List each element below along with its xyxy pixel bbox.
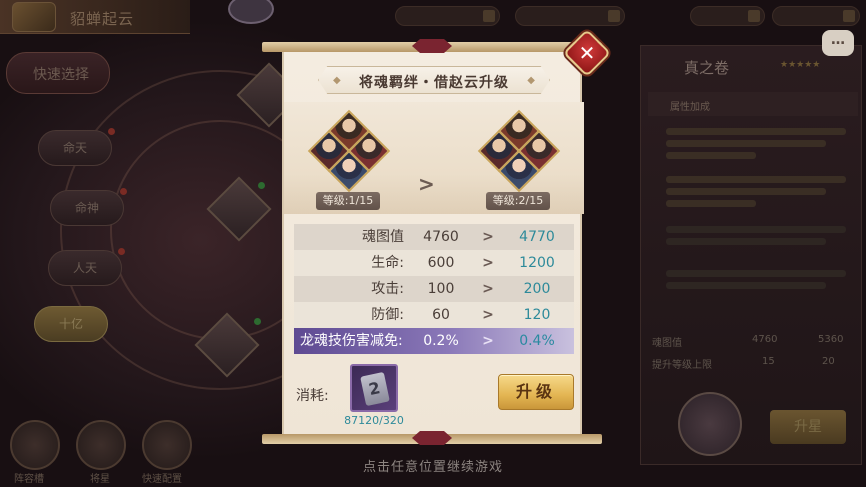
right-text-line xyxy=(666,270,846,277)
banner-emblem-icon xyxy=(12,2,56,32)
star-icon: ★★★★★ xyxy=(780,60,821,70)
right-stat-old: 15 xyxy=(762,356,775,367)
stat-row-defense: 防御: 60 > 120 xyxy=(294,302,574,328)
ready-dot xyxy=(258,182,265,189)
right-stat-label: 提升等级上限 xyxy=(652,360,712,371)
chat-bubble-icon[interactable]: … xyxy=(822,30,854,56)
quick-select-button[interactable]: 快速选择 xyxy=(6,52,110,94)
notification-dot xyxy=(120,188,127,195)
stat-row-dragon-soul-reduction: 龙魂技伤害减免: 0.2% > 0.4% xyxy=(294,328,574,354)
right-header-label: 属性加成 xyxy=(670,102,710,113)
tab-4[interactable]: 十亿 xyxy=(34,306,108,342)
right-stat-old: 4760 xyxy=(752,334,778,345)
resource-bar-1 xyxy=(395,6,500,26)
right-stat-new: 20 xyxy=(822,356,835,367)
stat-arrow-icon: > xyxy=(482,255,494,271)
stat-new-value: 4770 xyxy=(519,229,555,245)
close-icon: ✕ xyxy=(578,41,596,65)
right-text-line xyxy=(666,176,846,183)
stat-old-value: 0.2% xyxy=(423,333,459,349)
stat-arrow-icon: > xyxy=(482,307,494,323)
resource-bar-4 xyxy=(772,6,860,26)
right-text-line xyxy=(666,238,826,245)
notification-dot xyxy=(118,248,125,255)
stat-new-value: 1200 xyxy=(519,255,555,271)
stat-label: 攻击: xyxy=(371,281,404,297)
stat-row-attack: 攻击: 100 > 200 xyxy=(294,276,574,302)
current-level: 等级:1/15 xyxy=(316,192,380,210)
plus-icon[interactable] xyxy=(843,10,855,22)
stat-new-value: 120 xyxy=(523,307,551,323)
title-plate: ◆ 将魂羁绊・借赵云升级 ◆ xyxy=(318,66,550,94)
dialog-title: 将魂羁绊・借赵云升级 xyxy=(359,75,509,91)
background-title: 貂蝉起云 xyxy=(70,10,135,28)
upgrade-button[interactable]: 升级 xyxy=(498,374,574,410)
right-text-line xyxy=(666,128,846,135)
stat-label: 生命: xyxy=(371,255,404,271)
stat-new-value: 0.4% xyxy=(519,333,555,349)
stat-old-value: 100 xyxy=(427,281,455,297)
title-ornament-icon: ◆ xyxy=(527,75,535,86)
next-bond-portraits xyxy=(477,109,561,193)
stat-label: 防御: xyxy=(371,307,404,323)
right-text-line xyxy=(666,140,826,147)
stat-row-hp: 生命: 600 > 1200 xyxy=(294,250,574,276)
tab-3[interactable]: 人天 xyxy=(48,250,122,286)
resource-bar-2 xyxy=(515,6,625,26)
next-level: 等级:2/15 xyxy=(486,192,550,210)
right-text-line xyxy=(666,152,756,159)
right-text-line xyxy=(666,188,826,195)
dialog-body: ◆ 将魂羁绊・借赵云升级 ◆ 等级:1/15 > 等级:2/15 魂图值 476… xyxy=(282,52,584,434)
stat-label: 魂图值 xyxy=(362,229,404,245)
right-text-line xyxy=(666,200,756,207)
upgrade-arrow-icon: > xyxy=(418,172,435,196)
notification-dot xyxy=(108,128,115,135)
ready-dot xyxy=(254,318,261,325)
stat-row-soul-value: 魂图值 4760 > 4770 xyxy=(294,224,574,250)
stat-arrow-icon: > xyxy=(482,333,494,349)
stat-new-value: 200 xyxy=(523,281,551,297)
stat-arrow-icon: > xyxy=(482,229,494,245)
stat-old-value: 60 xyxy=(432,307,450,323)
dialog-frame-bottom xyxy=(262,434,602,444)
right-text-line xyxy=(666,282,826,289)
current-bond-portraits xyxy=(307,109,391,193)
right-stat-new: 5360 xyxy=(818,334,844,345)
plus-icon[interactable] xyxy=(748,10,760,22)
resource-bar-3 xyxy=(690,6,765,26)
right-stat-label: 魂图值 xyxy=(652,338,682,349)
cost-count: 87120/320 xyxy=(344,414,404,427)
tab-1[interactable]: 命天 xyxy=(38,130,112,166)
material-scroll-icon[interactable] xyxy=(350,364,398,412)
stat-comparison-table: 魂图值 4760 > 4770 生命: 600 > 1200 攻击: 100 >… xyxy=(294,224,574,354)
stat-label: 龙魂技伤害减免: xyxy=(300,333,403,349)
cost-label: 消耗: xyxy=(296,388,329,404)
right-panel-title: 真之卷 xyxy=(684,59,730,77)
stat-arrow-icon: > xyxy=(482,281,494,297)
continue-hint: 点击任意位置继续游戏 xyxy=(362,460,503,475)
upgrade-dialog: ◆ 将魂羁绊・借赵云升级 ◆ 等级:1/15 > 等级:2/15 魂图值 476… xyxy=(262,28,612,444)
background-title-banner: 貂蝉起云 xyxy=(0,0,190,34)
plus-icon[interactable] xyxy=(483,10,495,22)
stat-old-value: 4760 xyxy=(423,229,459,245)
dialog-frame-top xyxy=(262,42,602,52)
tab-2[interactable]: 命神 xyxy=(50,190,124,226)
stat-old-value: 600 xyxy=(427,255,455,271)
star-up-button[interactable]: 升星 xyxy=(770,410,846,444)
bond-preview: 等级:1/15 > 等级:2/15 xyxy=(284,102,584,214)
right-text-line xyxy=(666,226,846,233)
hero-portrait[interactable] xyxy=(678,392,742,456)
plus-icon[interactable] xyxy=(608,10,620,22)
